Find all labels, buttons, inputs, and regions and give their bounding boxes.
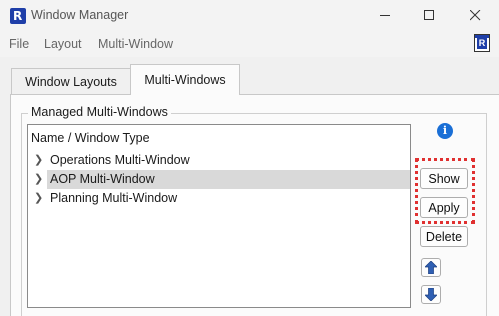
tree-row-selected[interactable]: AOP Multi-Window xyxy=(47,170,410,189)
show-button[interactable]: Show xyxy=(420,168,468,189)
maximize-icon xyxy=(423,10,434,20)
group-label: Managed Multi-Windows xyxy=(28,105,171,119)
window-title: Window Manager xyxy=(31,8,129,22)
app-window-icon[interactable]: R xyxy=(474,34,490,52)
chevron-right-icon[interactable]: ❯ xyxy=(34,172,43,185)
minimize-icon xyxy=(379,15,390,16)
move-down-button[interactable] xyxy=(421,285,441,304)
app-icon: R xyxy=(10,8,26,24)
move-up-button[interactable] xyxy=(421,258,441,277)
tab-window-layouts-label: Window Layouts xyxy=(25,74,117,89)
tab-multi-windows-label: Multi-Windows xyxy=(144,73,226,87)
tab-window-layouts[interactable]: Window Layouts xyxy=(11,68,131,95)
tree-row-label: Planning Multi-Window xyxy=(50,191,178,205)
delete-button[interactable]: Delete xyxy=(420,226,468,247)
menu-file[interactable]: File xyxy=(9,37,29,51)
arrow-up-icon xyxy=(425,261,437,274)
chevron-right-icon[interactable]: ❯ xyxy=(34,191,43,204)
tree-row[interactable]: ❯ Planning Multi-Window xyxy=(28,189,410,208)
chevron-right-icon[interactable]: ❯ xyxy=(34,153,43,166)
menu-multi-window[interactable]: Multi-Window xyxy=(98,37,173,51)
app-icon-letter: R xyxy=(13,9,23,23)
info-icon[interactable]: i xyxy=(437,123,453,139)
app-window-icon-letter: R xyxy=(477,38,487,49)
arrow-down-icon xyxy=(425,288,437,301)
close-icon xyxy=(469,10,480,21)
tree-row-label: Operations Multi-Window xyxy=(50,153,190,167)
minimize-button[interactable] xyxy=(363,0,407,31)
tab-multi-windows[interactable]: Multi-Windows xyxy=(130,64,240,95)
tree-header: Name / Window Type xyxy=(31,131,150,145)
menu-layout[interactable]: Layout xyxy=(44,37,82,51)
maximize-button[interactable] xyxy=(407,0,451,31)
apply-button[interactable]: Apply xyxy=(420,197,468,218)
tree-row[interactable]: ❯ Operations Multi-Window xyxy=(28,151,410,170)
close-button[interactable] xyxy=(453,0,497,31)
tree-row-label: AOP Multi-Window xyxy=(50,172,155,186)
